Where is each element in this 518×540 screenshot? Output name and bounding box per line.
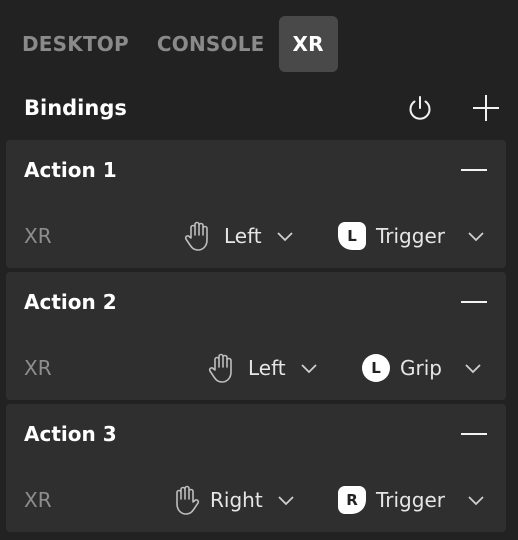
hand-value: Left <box>224 224 262 248</box>
hand-left-icon <box>208 353 232 383</box>
tab-xr[interactable]: XR <box>278 16 338 72</box>
tab-bar: DESKTOP CONSOLE XR <box>8 16 338 72</box>
chevron-down-icon <box>468 232 484 242</box>
plus-icon <box>473 95 499 121</box>
minus-icon <box>461 433 487 435</box>
action-card: Action 1 XR Left L Trigger <box>6 140 506 268</box>
grip-badge-icon: L <box>362 354 390 382</box>
button-select[interactable]: L Grip <box>362 350 482 386</box>
remove-action-button[interactable] <box>460 288 488 316</box>
hand-value: Left <box>248 356 286 380</box>
hand-value: Right <box>210 488 263 512</box>
remove-action-button[interactable] <box>460 420 488 448</box>
tab-desktop[interactable]: DESKTOP <box>8 16 143 72</box>
hand-select[interactable]: Right <box>168 482 295 518</box>
bindings-header: Bindings <box>24 88 506 128</box>
hand-select[interactable]: Left <box>182 218 294 254</box>
power-button[interactable] <box>400 88 440 128</box>
action-title: Action 2 <box>24 290 117 314</box>
chevron-down-icon <box>468 496 484 506</box>
chevron-down-icon <box>278 496 294 506</box>
device-label: XR <box>24 488 52 512</box>
trigger-badge-icon: R <box>338 486 366 514</box>
trigger-badge-icon: L <box>338 222 366 250</box>
button-value: Trigger <box>376 488 445 512</box>
page-title: Bindings <box>24 96 127 120</box>
remove-action-button[interactable] <box>460 156 488 184</box>
chevron-down-icon <box>465 364 481 374</box>
device-label: XR <box>24 356 52 380</box>
power-icon <box>409 96 431 120</box>
device-label: XR <box>24 224 52 248</box>
hand-select[interactable]: Left <box>206 350 318 386</box>
chevron-down-icon <box>301 364 317 374</box>
add-binding-button[interactable] <box>466 88 506 128</box>
action-card: Action 2 XR Left L Grip <box>6 272 506 400</box>
button-value: Trigger <box>376 224 445 248</box>
action-card: Action 3 XR Right R Trigger <box>6 404 506 532</box>
hand-right-icon <box>176 485 200 515</box>
tab-console[interactable]: CONSOLE <box>143 16 279 72</box>
chevron-down-icon <box>277 232 293 242</box>
minus-icon <box>461 301 487 303</box>
button-select[interactable]: L Trigger <box>338 218 485 254</box>
button-value: Grip <box>400 356 442 380</box>
button-select[interactable]: R Trigger <box>338 482 485 518</box>
action-title: Action 3 <box>24 422 117 446</box>
minus-icon <box>461 169 487 171</box>
hand-left-icon <box>184 221 208 251</box>
action-title: Action 1 <box>24 158 117 182</box>
